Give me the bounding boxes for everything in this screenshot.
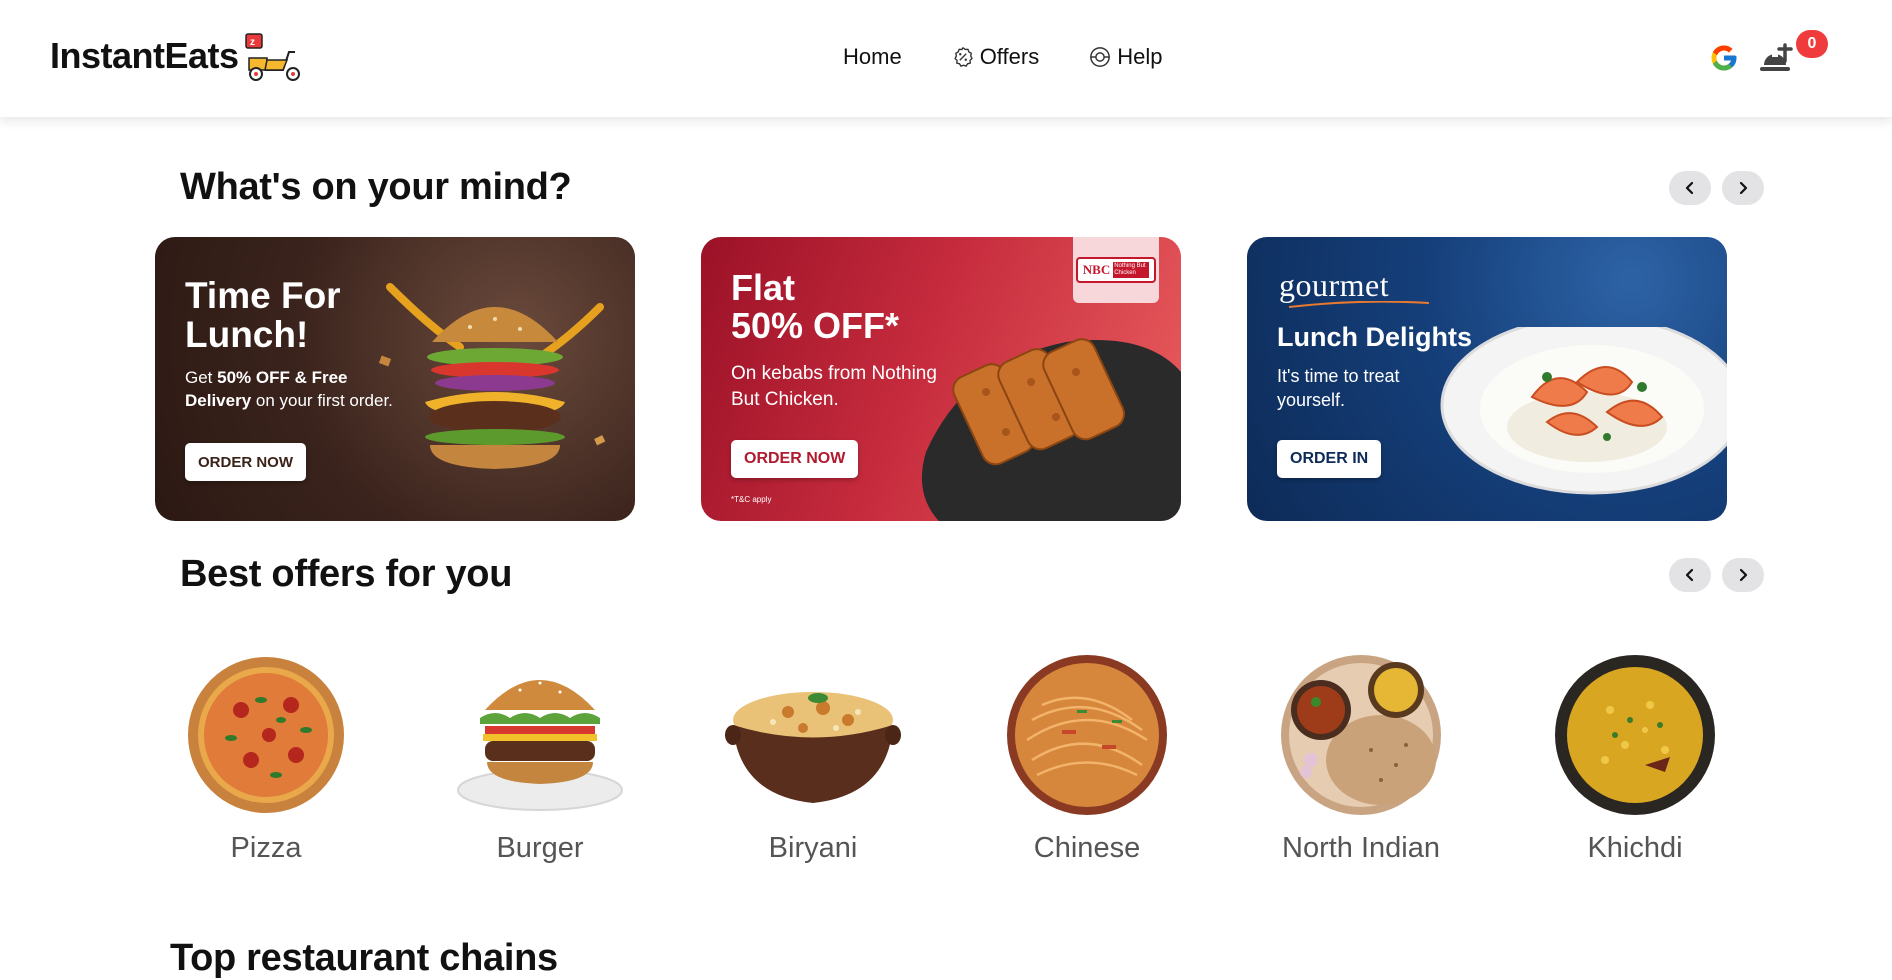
banner-gourmet-order-button[interactable]: ORDER IN xyxy=(1277,440,1382,478)
scooter-icon: z xyxy=(244,33,300,81)
chevron-right-icon xyxy=(1739,568,1748,582)
banner-kebabs-tnc: *T&C apply xyxy=(731,495,772,504)
banner-kebabs-order-button[interactable]: ORDER NOW xyxy=(731,440,859,478)
banner-lunch-sub-pre: Get xyxy=(185,368,218,387)
offer-item-biryani[interactable]: Biryani xyxy=(708,650,918,865)
brand-logo[interactable]: InstantEats z xyxy=(50,30,307,82)
main-nav: Home Offers Help xyxy=(843,44,1162,70)
offer-label-north-indian: North Indian xyxy=(1282,832,1440,864)
banner-kebabs-title-line2: 50% OFF* xyxy=(731,304,900,346)
banner-kebabs-title-line1: Flat xyxy=(731,267,796,308)
offer-item-burger[interactable]: Burger xyxy=(435,650,645,865)
banner-kebabs-title: Flat 50% OFF* xyxy=(731,269,899,345)
offer-item-khichdi[interactable]: Khichdi xyxy=(1530,650,1740,865)
nav-help[interactable]: Help xyxy=(1089,44,1162,70)
section-title-chains: Top restaurant chains xyxy=(170,937,558,979)
banner-kebabs-subtitle: On kebabs from Nothing But Chicken. xyxy=(731,363,937,410)
banner-gourmet-title: Lunch Delights xyxy=(1277,322,1472,352)
promo-banner-gourmet[interactable]: gourmet Lunch Delights It's time to trea… xyxy=(1247,237,1727,521)
gourmet-logo: gourmet xyxy=(1279,267,1429,308)
offers-prev-button[interactable] xyxy=(1669,558,1711,592)
nbc-badge-side: Nothing But Chicken xyxy=(1113,262,1150,278)
offer-label-biryani: Biryani xyxy=(768,832,858,864)
mind-next-button[interactable] xyxy=(1722,171,1764,205)
offer-label-pizza: Pizza xyxy=(230,832,302,864)
offer-label-khichdi: Khichdi xyxy=(1587,832,1683,864)
banner-lunch-title-line2: Lunch! xyxy=(185,313,309,355)
kebab-plate-image xyxy=(921,338,1181,521)
nav-offers[interactable]: Offers xyxy=(952,44,1040,70)
thali-image xyxy=(1281,655,1441,815)
nav-home-label: Home xyxy=(843,44,902,69)
chevron-right-icon xyxy=(1739,181,1748,195)
nbc-logo-badge: NBC Nothing But Chicken xyxy=(1073,237,1159,303)
top-header: InstantEats z Home Offers Help 0 xyxy=(0,0,1892,117)
google-signin-icon[interactable] xyxy=(1709,43,1739,73)
cart-count-badge: 0 xyxy=(1796,30,1828,58)
nav-help-label: Help xyxy=(1117,44,1163,69)
banner-lunch-title: Time For Lunch! xyxy=(185,275,341,355)
brand-name: InstantEats xyxy=(50,35,239,76)
pizza-image xyxy=(188,657,344,813)
section-title-mind: What's on your mind? xyxy=(180,166,572,208)
khichdi-image xyxy=(1555,655,1715,815)
banner-lunch-sub-post: on your first order. xyxy=(251,390,393,410)
nbc-badge-main: NBC xyxy=(1082,262,1111,277)
noodles-image xyxy=(1007,655,1167,815)
banner-gourmet-subtitle: It's time to treat yourself. xyxy=(1277,366,1400,411)
nav-home[interactable]: Home xyxy=(843,44,902,70)
offer-item-chinese[interactable]: Chinese xyxy=(982,650,1192,865)
lifebuoy-icon xyxy=(1090,47,1111,67)
shrimp-rice-plate-image xyxy=(1440,327,1727,495)
chevron-left-icon xyxy=(1685,568,1694,582)
offers-next-button[interactable] xyxy=(1722,558,1764,592)
promo-banner-lunch[interactable]: Time For Lunch! Get 50% OFF & Free Deliv… xyxy=(155,237,635,521)
banner-lunch-title-line1: Time For xyxy=(185,275,341,316)
offer-label-chinese: Chinese xyxy=(1033,832,1141,864)
offer-item-north-indian[interactable]: North Indian xyxy=(1256,650,1466,865)
nav-offers-label: Offers xyxy=(979,44,1040,69)
offer-label-burger: Burger xyxy=(496,832,584,864)
section-title-offers: Best offers for you xyxy=(180,553,513,595)
burger-image xyxy=(457,680,623,811)
mind-prev-button[interactable] xyxy=(1669,171,1711,205)
offer-item-pizza[interactable]: Pizza xyxy=(161,650,371,865)
food-tray-icon[interactable] xyxy=(1758,37,1798,77)
biryani-image xyxy=(725,692,901,803)
banner-lunch-order-button[interactable]: ORDER NOW xyxy=(185,443,306,481)
svg-text:z: z xyxy=(250,37,255,48)
discount-icon xyxy=(953,46,973,68)
banner-lunch-subtitle: Get 50% OFF & Free Delivery on your firs… xyxy=(185,367,415,413)
gourmet-swoosh-icon xyxy=(1289,301,1429,308)
gourmet-brand-text: gourmet xyxy=(1279,267,1390,303)
promo-banner-kebabs[interactable]: NBC Nothing But Chicken Flat 50% OFF* On… xyxy=(701,237,1181,521)
chevron-left-icon xyxy=(1685,181,1694,195)
